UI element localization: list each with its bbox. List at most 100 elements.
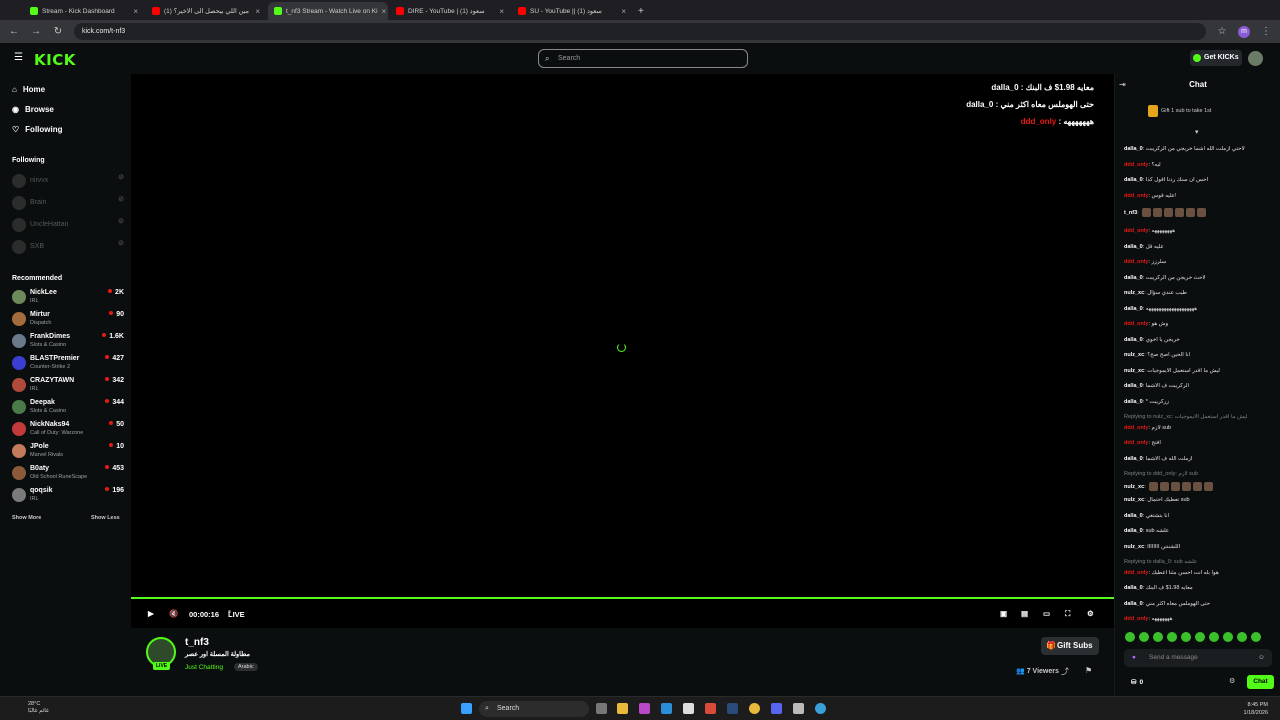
edge-icon[interactable]: [661, 703, 672, 714]
task-view-icon[interactable]: [596, 703, 607, 714]
following-channel[interactable]: Brain ⊘: [12, 193, 124, 213]
report-icon[interactable]: ⚑: [1085, 666, 1092, 675]
chat-username[interactable]: ddd_only: [1124, 321, 1148, 327]
recommended-channel[interactable]: CRAZYTAWN IRL 342: [12, 375, 124, 395]
emote-icon[interactable]: [1237, 632, 1247, 642]
clip-icon[interactable]: ▣: [1000, 609, 1007, 618]
chat-username[interactable]: ddd_only: [1124, 440, 1148, 446]
profile-avatar[interactable]: m: [1238, 25, 1250, 38]
kick-logo[interactable]: KICK: [34, 51, 76, 69]
recommended-channel[interactable]: B0aty Old School RuneScape 453: [12, 463, 124, 483]
settings-icon[interactable]: [793, 703, 804, 714]
chat-username[interactable]: nulz_xc: [1124, 368, 1144, 374]
chat-username[interactable]: dalla_0: [1124, 585, 1143, 591]
tab-close-icon[interactable]: ×: [133, 7, 138, 16]
recommended-channel[interactable]: BLASTPremier Counter-Strike 2 427: [12, 353, 124, 373]
menu-icon[interactable]: ⋮: [1260, 26, 1272, 37]
gift-leaderboard-banner[interactable]: Gift 1 sub to take 1st: [1147, 105, 1211, 117]
chat-send-button[interactable]: Chat: [1247, 675, 1274, 689]
chat-username[interactable]: nulz_xc: [1124, 497, 1144, 503]
settings-gear-icon[interactable]: ⚙: [1087, 609, 1094, 618]
expand-chevron-icon[interactable]: ▾: [1195, 128, 1199, 136]
video-player[interactable]: dalla_0 : معايه 1.98$ ف البنك dalla_0 : ح…: [131, 74, 1114, 628]
fullscreen-icon[interactable]: ⛶: [1065, 609, 1070, 619]
recommended-channel[interactable]: Deepak Slots & Casino 344: [12, 397, 124, 417]
nav-home[interactable]: ⌂ Home: [12, 85, 45, 94]
taskbar-search[interactable]: ⌕ Search: [479, 701, 589, 717]
reload-icon[interactable]: ↻: [52, 26, 64, 37]
recommended-channel[interactable]: JPole Marvel Rivals 10: [12, 441, 124, 461]
emoji-icon[interactable]: ☺: [1258, 649, 1265, 667]
chat-username[interactable]: dalla_0: [1124, 399, 1143, 405]
browser-icon[interactable]: [815, 703, 826, 714]
app-icon[interactable]: [705, 703, 716, 714]
chat-username[interactable]: ddd_only: [1124, 228, 1148, 234]
gift-subs-button[interactable]: 🎁 Gift Subs: [1041, 637, 1099, 655]
nav-browse[interactable]: ◉ Browse: [12, 105, 54, 114]
mute-icon[interactable]: 🔇: [169, 609, 178, 618]
nav-following[interactable]: ♡ Following: [12, 125, 63, 134]
chat-settings-icon[interactable]: ⚙: [1229, 677, 1235, 685]
channel-points[interactable]: ⛁ 0: [1131, 678, 1143, 686]
discord-icon[interactable]: [771, 703, 782, 714]
chat-username[interactable]: ddd_only: [1124, 425, 1148, 431]
copilot-icon[interactable]: [639, 703, 650, 714]
progress-bar[interactable]: [131, 597, 1114, 599]
streamer-name[interactable]: t_nf3: [185, 637, 209, 648]
show-more-link[interactable]: Show More: [12, 515, 41, 521]
recommended-channel[interactable]: NickNaks94 Call of Duty: Warzone 50: [12, 419, 124, 439]
tab-close-icon[interactable]: ×: [499, 7, 504, 16]
weather-widget[interactable]: 28°C غائم غالبًا: [28, 701, 49, 715]
search-input[interactable]: ⌕ Search: [538, 49, 748, 68]
chat-username[interactable]: ddd_only: [1124, 616, 1148, 622]
tab-close-icon[interactable]: ×: [382, 7, 387, 16]
forward-icon[interactable]: →: [30, 26, 42, 37]
pip-icon[interactable]: ▤: [1021, 609, 1028, 618]
recommended-channel[interactable]: qoqsik IRL 196: [12, 485, 124, 505]
store-icon[interactable]: [683, 703, 694, 714]
browser-tab[interactable]: t_nf3 Stream - Watch Live on Ki ×: [268, 2, 388, 20]
tab-close-icon[interactable]: ×: [255, 7, 260, 16]
chat-input[interactable]: ● Send a message ☺: [1124, 649, 1272, 667]
chat-username[interactable]: nulz_xc: [1124, 352, 1144, 358]
chat-username[interactable]: dalla_0: [1124, 146, 1143, 152]
chrome-icon[interactable]: [749, 703, 760, 714]
url-field[interactable]: kick.com/t-nf3: [74, 23, 1206, 40]
user-avatar[interactable]: [1248, 51, 1263, 66]
emote-icon[interactable]: [1125, 632, 1135, 642]
emote-icon[interactable]: [1251, 632, 1261, 642]
bookmark-star-icon[interactable]: ☆: [1216, 26, 1228, 37]
show-less-link[interactable]: Show Less: [91, 515, 120, 521]
chat-username[interactable]: dalla_0: [1124, 306, 1143, 312]
steam-icon[interactable]: [727, 703, 738, 714]
chat-username[interactable]: ddd_only: [1124, 570, 1148, 576]
browser-tab[interactable]: Stream - Kick Dashboard ×: [24, 2, 144, 20]
chat-username[interactable]: dalla_0: [1124, 383, 1143, 389]
chat-username[interactable]: t_nf3: [1124, 210, 1137, 216]
clock[interactable]: 8:45 PM 1/18/2026: [1244, 701, 1268, 717]
chat-username[interactable]: dalla_0: [1124, 337, 1143, 343]
new-tab-button[interactable]: +: [638, 6, 644, 17]
recommended-channel[interactable]: Mirtur Dispatch 90: [12, 309, 124, 329]
start-icon[interactable]: [461, 703, 472, 714]
recommended-channel[interactable]: NickLee IRL 2K: [12, 287, 124, 307]
following-channel[interactable]: UncleHattan ⊘: [12, 215, 124, 235]
following-channel[interactable]: nirvvx ⊘: [12, 171, 124, 191]
emote-icon[interactable]: [1181, 632, 1191, 642]
chat-username[interactable]: nulz_xc: [1124, 290, 1144, 296]
chat-username[interactable]: dalla_0: [1124, 528, 1143, 534]
stream-category[interactable]: Just Chatting: [185, 664, 223, 671]
emote-icon[interactable]: [1195, 632, 1205, 642]
back-icon[interactable]: ←: [8, 26, 20, 37]
emote-icon[interactable]: [1139, 632, 1149, 642]
file-explorer-icon[interactable]: [617, 703, 628, 714]
emote-icon[interactable]: [1209, 632, 1219, 642]
chat-username[interactable]: dalla_0: [1124, 177, 1143, 183]
language-tag[interactable]: Arabic: [234, 663, 258, 671]
browser-tab[interactable]: DIRE - YouTube | (1) سعود ×: [390, 2, 510, 20]
emote-icon[interactable]: [1153, 632, 1163, 642]
chat-username[interactable]: dalla_0: [1124, 513, 1143, 519]
chat-username[interactable]: dalla_0: [1124, 275, 1143, 281]
recommended-channel[interactable]: FrankDimes Slots & Casino 1.6K: [12, 331, 124, 351]
hamburger-menu-icon[interactable]: ☰: [14, 52, 23, 63]
